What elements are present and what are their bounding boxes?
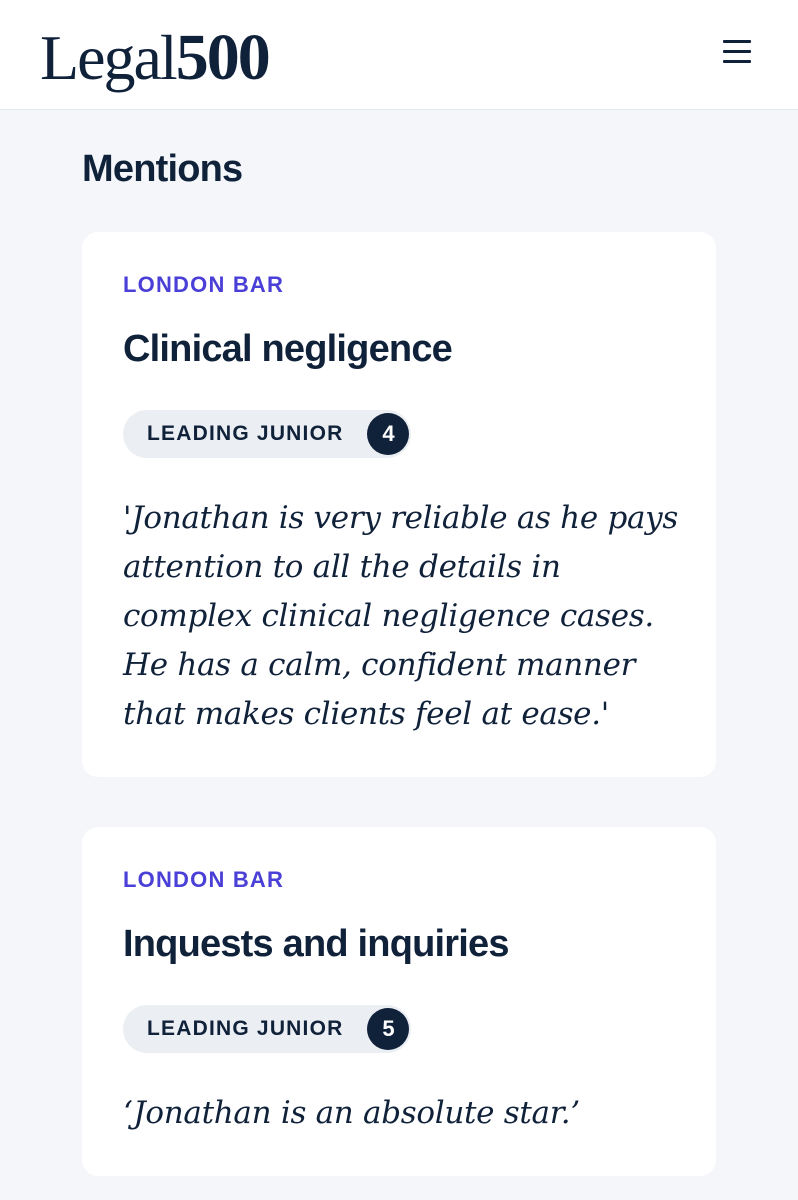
mention-card: LONDON BAR Inquests and inquiries LEADIN… xyxy=(82,827,716,1176)
ranking-badge: LEADING JUNIOR 5 xyxy=(123,1005,412,1053)
logo-word: Legal xyxy=(40,22,178,93)
menu-bar xyxy=(723,60,751,63)
mention-category: LONDON BAR xyxy=(123,867,285,892)
testimonial-quote: ‘Jonathan is an absolute star.’ xyxy=(123,1095,580,1131)
menu-bar xyxy=(723,50,751,53)
legal500-logo[interactable]: Legal 500 xyxy=(40,20,271,96)
testimonial-quote: 'Jonathan is very reliable as he pays at… xyxy=(123,500,678,732)
mention-card: LONDON BAR Clinical negligence LEADING J… xyxy=(82,232,716,777)
ranking-badge: LEADING JUNIOR 4 xyxy=(123,410,412,458)
logo-number: 500 xyxy=(175,21,271,94)
mention-category: LONDON BAR xyxy=(123,272,285,297)
hamburger-menu-icon[interactable] xyxy=(716,34,758,70)
section-title: Mentions xyxy=(82,148,243,190)
ranking-number: 5 xyxy=(367,1008,410,1050)
menu-bar xyxy=(723,40,751,43)
site-header: Legal 500 xyxy=(0,0,798,110)
practice-area-title: Clinical negligence xyxy=(123,328,453,370)
ranking-label: LEADING JUNIOR xyxy=(147,422,344,445)
ranking-label: LEADING JUNIOR xyxy=(147,1017,344,1040)
practice-area-title: Inquests and inquiries xyxy=(123,923,509,965)
ranking-number: 4 xyxy=(367,413,410,455)
